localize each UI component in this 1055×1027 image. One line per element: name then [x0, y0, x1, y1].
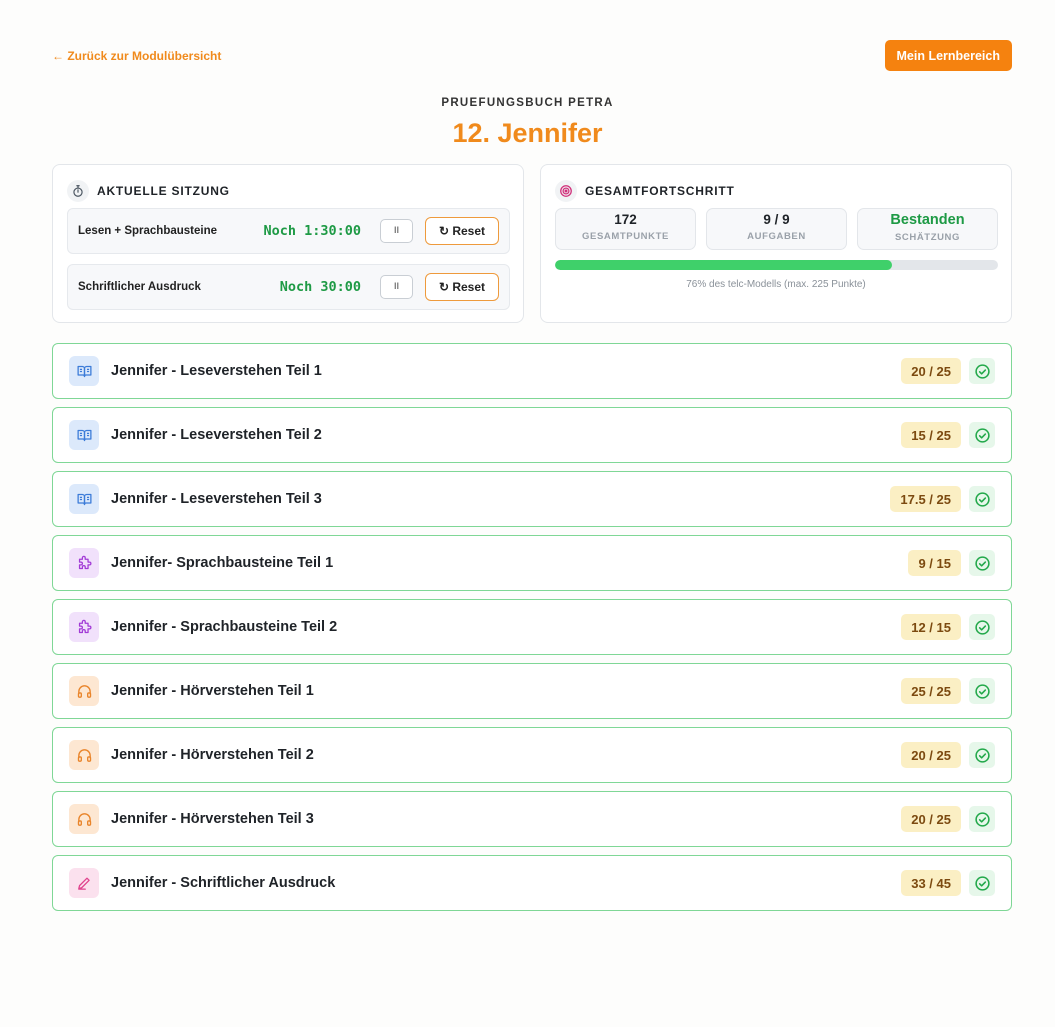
module-title: Jennifer - Schriftlicher Ausdruck — [111, 875, 336, 891]
session-card-header: AKTUELLE SITZUNG — [67, 180, 230, 202]
module-title: Jennifer- Sprachbausteine Teil 1 — [111, 555, 334, 571]
my-learning-area-button[interactable]: Mein Lernbereich — [884, 40, 1012, 71]
check-circle-icon — [969, 614, 995, 640]
score-badge: 17.5 / 25 — [890, 486, 961, 512]
stat-tasks: 9 / 9 AUFGABEN — [706, 208, 847, 250]
progress-card-header: GESAMTFORTSCHRITT — [555, 180, 735, 202]
stat-label: SCHÄTZUNG — [894, 232, 961, 243]
pen-icon — [69, 868, 99, 898]
stat-value: 9 / 9 — [763, 212, 790, 227]
check-circle-icon — [969, 742, 995, 768]
module-row[interactable]: Jennifer - Hörverstehen Teil 1 25 / 25 — [52, 663, 1012, 719]
module-title: Jennifer - Hörverstehen Teil 2 — [111, 747, 314, 763]
module-title: Jennifer - Leseverstehen Teil 2 — [111, 427, 322, 443]
book-overline: PRUEFUNGSBUCH PETRA — [441, 97, 614, 109]
book-icon — [69, 484, 99, 514]
module-row[interactable]: Jennifer - Hörverstehen Teil 2 20 / 25 — [52, 727, 1012, 783]
session-row-reading: Lesen + Sprachbausteine Noch 1:30:00 II … — [67, 208, 510, 254]
score-badge: 25 / 25 — [901, 678, 961, 704]
session-name: Lesen + Sprachbausteine — [78, 225, 218, 237]
module-title: Jennifer - Hörverstehen Teil 3 — [111, 811, 314, 827]
book-icon — [69, 420, 99, 450]
module-title: Jennifer - Leseverstehen Teil 1 — [111, 363, 322, 379]
headphones-icon — [69, 804, 99, 834]
check-circle-icon — [969, 486, 995, 512]
session-card-title: AKTUELLE SITZUNG — [97, 184, 230, 198]
check-circle-icon — [969, 358, 995, 384]
module-title: Jennifer - Hörverstehen Teil 1 — [111, 683, 314, 699]
book-icon — [69, 356, 99, 386]
back-to-modules-link[interactable]: ← Zurück zur Modulübersicht — [52, 49, 221, 63]
check-circle-icon — [969, 422, 995, 448]
score-badge: 15 / 25 — [901, 422, 961, 448]
stat-label: GESAMTPUNKTE — [582, 231, 669, 242]
check-circle-icon — [969, 870, 995, 896]
score-badge: 20 / 25 — [901, 742, 961, 768]
module-title: Jennifer - Leseverstehen Teil 3 — [111, 491, 322, 507]
current-session-card: AKTUELLE SITZUNG Lesen + Sprachbausteine… — [52, 164, 524, 323]
reset-button[interactable]: ↻ Reset — [425, 217, 499, 245]
check-circle-icon — [969, 806, 995, 832]
progress-caption: 76% des telc-Modells (max. 225 Punkte) — [686, 279, 866, 290]
stat-label: AUFGABEN — [747, 231, 806, 242]
page-title: 12. Jennifer — [452, 118, 603, 148]
reset-button[interactable]: ↻ Reset — [425, 273, 499, 301]
session-timer: Noch 30:00 — [279, 279, 361, 295]
session-name: Schriftlicher Ausdruck — [78, 281, 201, 293]
module-row[interactable]: Jennifer - Leseverstehen Teil 1 20 / 25 — [52, 343, 1012, 399]
session-row-writing: Schriftlicher Ausdruck Noch 30:00 II ↻ R… — [67, 264, 510, 310]
progress-bar — [555, 260, 998, 270]
stat-total-points: 172 GESAMTPUNKTE — [555, 208, 696, 250]
target-icon — [555, 180, 577, 202]
stat-value: 172 — [614, 212, 637, 227]
score-badge: 20 / 25 — [901, 806, 961, 832]
score-badge: 33 / 45 — [901, 870, 961, 896]
stat-value: Bestanden — [890, 212, 965, 228]
top-bar: ← Zurück zur Modulübersicht Mein Lernber… — [52, 40, 1012, 71]
check-circle-icon — [969, 550, 995, 576]
stat-estimate: Bestanden SCHÄTZUNG — [857, 208, 998, 250]
module-row[interactable]: Jennifer - Hörverstehen Teil 3 20 / 25 — [52, 791, 1012, 847]
module-title: Jennifer - Sprachbausteine Teil 2 — [111, 619, 338, 635]
module-row[interactable]: Jennifer- Sprachbausteine Teil 1 9 / 15 — [52, 535, 1012, 591]
pause-button[interactable]: II — [380, 275, 413, 299]
headphones-icon — [69, 740, 99, 770]
score-badge: 20 / 25 — [901, 358, 961, 384]
stopwatch-icon — [67, 180, 89, 202]
progress-card-title: GESAMTFORTSCHRITT — [585, 184, 735, 198]
headphones-icon — [69, 676, 99, 706]
session-timer: Noch 1:30:00 — [263, 223, 361, 239]
module-row[interactable]: Jennifer - Leseverstehen Teil 3 17.5 / 25 — [52, 471, 1012, 527]
score-badge: 9 / 15 — [908, 550, 961, 576]
pause-button[interactable]: II — [380, 219, 413, 243]
progress-bar-fill — [555, 260, 892, 270]
module-row[interactable]: Jennifer - Leseverstehen Teil 2 15 / 25 — [52, 407, 1012, 463]
puzzle-icon — [69, 612, 99, 642]
check-circle-icon — [969, 678, 995, 704]
module-row[interactable]: Jennifer - Sprachbausteine Teil 2 12 / 15 — [52, 599, 1012, 655]
module-row[interactable]: Jennifer - Schriftlicher Ausdruck 33 / 45 — [52, 855, 1012, 911]
overall-progress-card: GESAMTFORTSCHRITT 172 GESAMTPUNKTE 9 / 9… — [540, 164, 1012, 323]
puzzle-icon — [69, 548, 99, 578]
score-badge: 12 / 15 — [901, 614, 961, 640]
